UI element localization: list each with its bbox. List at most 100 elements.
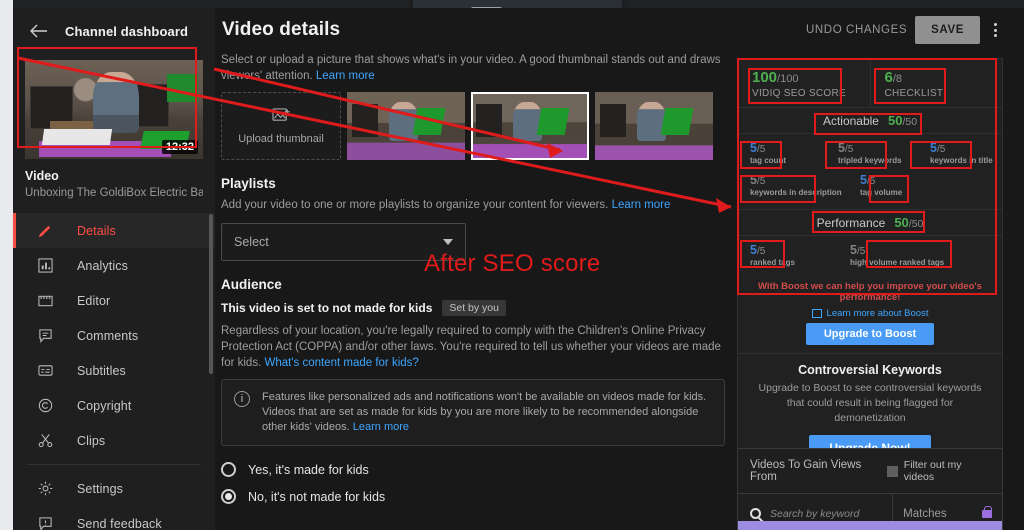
sidebar: Channel dashboard 12:32 Video Unboxing T…	[13, 8, 215, 530]
videos-to-gain-views-panel: Videos To Gain Views From Filter out my …	[737, 448, 1003, 530]
page-title: Video details	[222, 19, 341, 40]
audience-legal-text: Regardless of your location, you're lega…	[215, 323, 731, 371]
vidiq-score-row: 100/100 VIDIQ SEO SCORE 6/8 CHECKLIST	[738, 59, 1002, 107]
tile-tag-volume-value: 5/5	[860, 173, 876, 187]
audience-status-text: This video is set to not made for kids	[221, 301, 433, 315]
filter-out-my-videos-checkbox[interactable]: Filter out my videos	[887, 459, 992, 483]
feedback-icon	[35, 514, 55, 530]
main-header: Video details	[215, 8, 731, 52]
tile-tag-volume-label: tag volume	[860, 188, 903, 197]
playlist-select[interactable]: Select	[221, 223, 466, 261]
keyword-search-placeholder: Search by keyword	[770, 507, 860, 520]
results-loading-bar	[738, 521, 1002, 530]
playlists-description: Add your video to one or more playlists …	[215, 197, 731, 213]
bar-chart-icon	[35, 256, 55, 276]
audience-info-note: i Features like personalized ads and not…	[221, 379, 725, 446]
thumbnail-options-row: Upload thumbnail	[215, 84, 731, 160]
sidebar-divider	[27, 464, 201, 465]
boost-learn-more-link[interactable]: Learn more about Boost	[738, 303, 1002, 323]
lock-icon	[982, 505, 992, 518]
tile-keywords-in-title-value: 5/5	[930, 141, 946, 155]
info-icon: i	[234, 391, 250, 407]
sidebar-item-details[interactable]: Details	[13, 213, 215, 248]
tile-ranked-tags-value: 5/5	[750, 243, 766, 257]
radio-made-for-kids-no-label: No, it's not made for kids	[248, 489, 386, 504]
tile-keywords-in-description: 5/5 keywords in description	[738, 173, 848, 205]
performance-tiles: 5/5 ranked tags 5/5 high volume ranked t…	[738, 236, 1002, 279]
book-icon	[811, 309, 822, 318]
copyright-icon	[35, 396, 55, 416]
vidiq-checklist-value: 6/8	[885, 69, 1003, 86]
controversial-keywords-body: Upgrade to Boost to see controversial ke…	[758, 382, 982, 424]
playlists-learn-more-link[interactable]: Learn more	[612, 199, 671, 211]
playlists-description-text: Add your video to one or more playlists …	[221, 199, 609, 211]
sidebar-item-analytics[interactable]: Analytics	[13, 248, 215, 283]
vidiq-seo-score-denominator: /100	[777, 73, 799, 85]
sidebar-item-send-feedback-label: Send feedback	[77, 516, 162, 530]
back-arrow-icon[interactable]	[25, 18, 51, 44]
status-badge: Set by you	[442, 300, 506, 316]
sidebar-item-comments[interactable]: Comments	[13, 318, 215, 353]
radio-made-for-kids-no[interactable]: No, it's not made for kids	[215, 483, 731, 510]
sidebar-item-clips[interactable]: Clips	[13, 423, 215, 458]
radio-icon-unchecked	[221, 462, 236, 477]
vidiq-seo-score-cell: 100/100 VIDIQ SEO SCORE	[738, 59, 870, 107]
browser-chrome-left-edge	[0, 0, 13, 530]
tile-high-volume-ranked-tags-value: 5/5	[850, 243, 866, 257]
audience-heading: Audience	[221, 277, 282, 292]
tile-tripled-keywords-value: 5/5	[838, 141, 854, 155]
pencil-icon	[35, 221, 55, 241]
tile-high-volume-ranked-tags-label: high volume ranked tags	[850, 258, 945, 267]
sidebar-item-send-feedback[interactable]: Send feedback	[13, 506, 215, 530]
sidebar-scrollbar[interactable]	[209, 214, 213, 374]
comment-icon	[35, 326, 55, 346]
main-content: Video details Select or upload a picture…	[215, 8, 731, 530]
tile-ranked-tags-label: ranked tags	[750, 258, 795, 267]
upload-thumbnail-button[interactable]: Upload thumbnail	[221, 92, 341, 160]
videos-to-gain-views-title: Videos To Gain Views From	[750, 459, 862, 483]
playlist-select-value: Select	[234, 235, 269, 249]
sidebar-item-settings[interactable]: Settings	[13, 471, 215, 506]
thumbnail-option-2[interactable]	[471, 92, 589, 160]
undo-changes-button[interactable]: UNDO CHANGES	[806, 24, 907, 36]
tile-ranked-tags: 5/5 ranked tags	[738, 243, 838, 275]
save-button[interactable]: SAVE	[915, 16, 980, 44]
boost-learn-more-label: Learn more about Boost	[826, 308, 929, 319]
audience-info-paragraph: Features like personalized ads and notif…	[262, 390, 712, 435]
tile-tripled-keywords: 5/5 tripled keywords	[826, 141, 918, 173]
radio-made-for-kids-yes[interactable]: Yes, it's made for kids	[215, 456, 731, 483]
thumbnail-option-1[interactable]	[347, 92, 465, 160]
action-bar: UNDO CHANGES SAVE	[731, 8, 1011, 52]
audience-status-row: This video is set to not made for kids S…	[215, 300, 731, 316]
thumbnail-description: Select or upload a picture that shows wh…	[215, 52, 731, 84]
vidiq-checklist-cell: 6/8 CHECKLIST	[869, 59, 1003, 107]
vidiq-checklist-label: CHECKLIST	[884, 88, 944, 99]
video-kind-label: Video	[25, 169, 59, 183]
audience-legal-link[interactable]: What's content made for kids?	[264, 357, 418, 369]
sidebar-nav: Details Analytics Editor Comments Subtit…	[13, 213, 215, 530]
video-title: Unboxing The GoldiBox Electric Bac...	[25, 187, 203, 199]
actionable-score: 50/50	[888, 113, 917, 128]
tile-tag-count-label: tag count	[750, 156, 786, 165]
sidebar-item-subtitles[interactable]: Subtitles	[13, 353, 215, 388]
thumb-green-shelf	[167, 73, 198, 102]
tile-tag-volume: 5/5 tag volume	[848, 173, 928, 205]
video-thumbnail[interactable]: 12:32	[25, 60, 203, 159]
checkbox-icon	[887, 465, 898, 477]
thumbnail-option-3[interactable]	[595, 92, 713, 160]
thumbnail-learn-more-link[interactable]: Learn more	[316, 70, 375, 82]
performance-label: Performance	[816, 215, 886, 230]
age-restriction-accordion[interactable]: Age restriction (advanced)	[215, 522, 731, 530]
sidebar-item-editor[interactable]: Editor	[13, 283, 215, 318]
boost-message: With Boost we can help you improve your …	[758, 281, 982, 303]
audience-info-learn-more-link[interactable]: Learn more	[353, 421, 409, 433]
right-panel: UNDO CHANGES SAVE 100/100 VIDIQ SEO SCOR…	[731, 8, 1011, 530]
tile-keywords-in-title: 5/5 keywords in title	[918, 141, 1002, 173]
tile-tag-count-value: 5/5	[750, 141, 766, 155]
more-vertical-icon[interactable]	[988, 19, 1003, 41]
sidebar-item-copyright[interactable]: Copyright	[13, 388, 215, 423]
sidebar-header: Channel dashboard	[13, 8, 215, 54]
tile-keywords-in-title-label: keywords in title	[930, 156, 993, 165]
upgrade-to-boost-button[interactable]: Upgrade to Boost	[805, 323, 935, 345]
performance-denominator: /50	[908, 218, 924, 230]
